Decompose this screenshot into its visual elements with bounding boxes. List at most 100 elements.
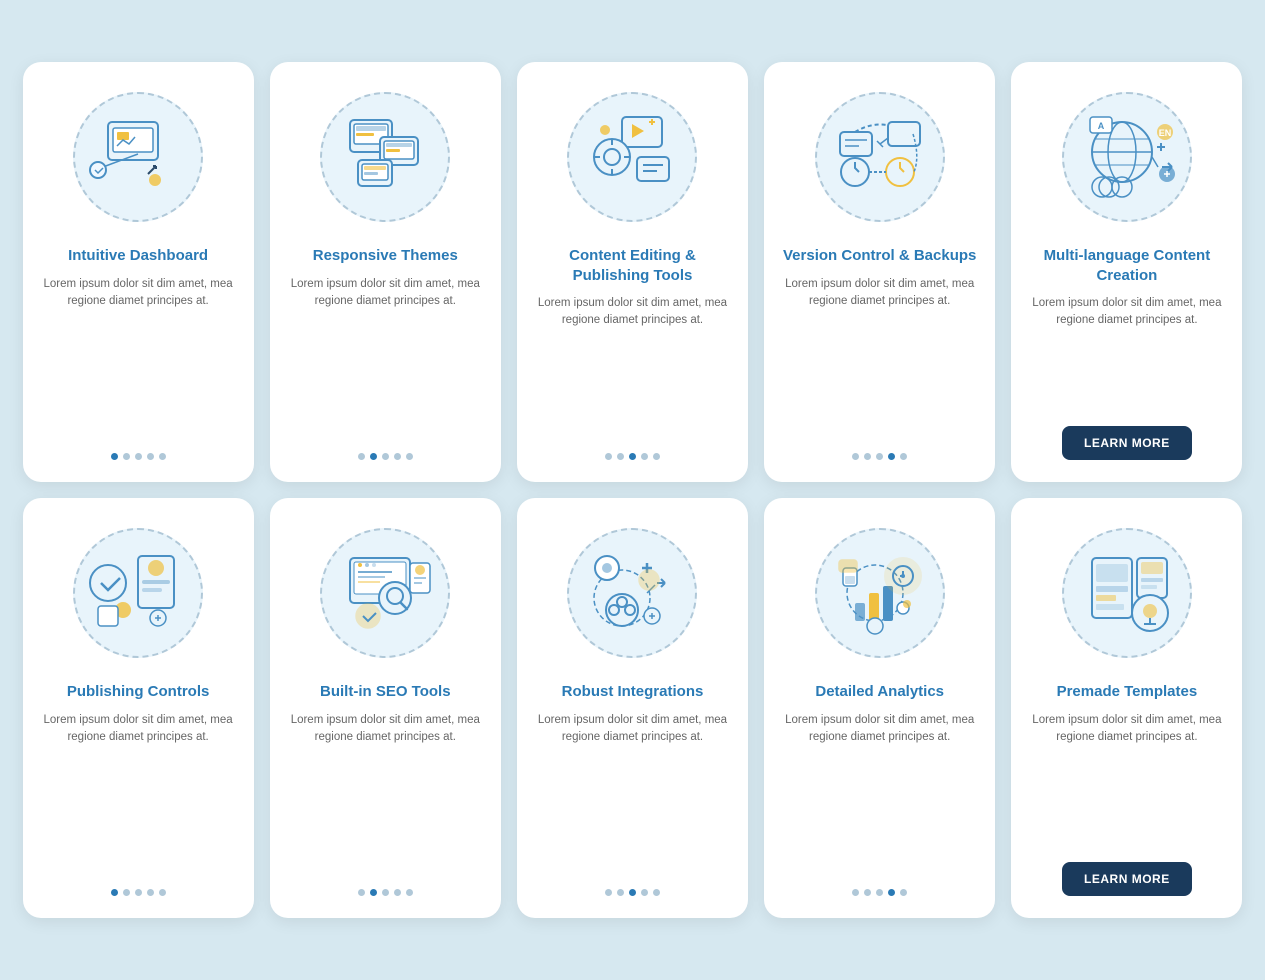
dot-3[interactable] xyxy=(888,889,895,896)
card-illustration xyxy=(805,82,955,232)
icon-area: A EN xyxy=(1072,102,1182,212)
card-illustration xyxy=(557,82,707,232)
dot-3[interactable] xyxy=(147,453,154,460)
card-body: Lorem ipsum dolor sit dim amet, mea regi… xyxy=(288,276,483,440)
dot-2[interactable] xyxy=(382,453,389,460)
icon-area xyxy=(577,538,687,648)
icon-area xyxy=(83,102,193,212)
dot-2[interactable] xyxy=(876,889,883,896)
icon-area xyxy=(330,102,440,212)
card-detailed-analytics: Detailed Analytics Lorem ipsum dolor sit… xyxy=(764,498,995,918)
dot-2[interactable] xyxy=(135,453,142,460)
dot-4[interactable] xyxy=(653,889,660,896)
card-version-control: Version Control & Backups Lorem ipsum do… xyxy=(764,62,995,482)
dot-2[interactable] xyxy=(382,889,389,896)
pagination-dots xyxy=(358,889,413,896)
dot-2[interactable] xyxy=(629,889,636,896)
dot-3[interactable] xyxy=(394,453,401,460)
dot-1[interactable] xyxy=(370,889,377,896)
icon-area xyxy=(577,102,687,212)
dot-4[interactable] xyxy=(159,453,166,460)
card-multilanguage: A EN Multi-language Content Creation Lor… xyxy=(1011,62,1242,482)
dot-0[interactable] xyxy=(358,889,365,896)
dot-0[interactable] xyxy=(605,453,612,460)
card-illustration xyxy=(557,518,707,668)
dot-2[interactable] xyxy=(135,889,142,896)
card-responsive-themes: Responsive Themes Lorem ipsum dolor sit … xyxy=(270,62,501,482)
card-publishing-controls: Publishing Controls Lorem ipsum dolor si… xyxy=(23,498,254,918)
svg-text:A: A xyxy=(1098,121,1105,131)
dot-2[interactable] xyxy=(629,453,636,460)
pagination-dots xyxy=(852,453,907,460)
card-illustration xyxy=(310,518,460,668)
learn-more-button[interactable]: LEARN MORE xyxy=(1062,862,1192,896)
dot-0[interactable] xyxy=(111,889,118,896)
pagination-dots xyxy=(358,453,413,460)
card-body: Lorem ipsum dolor sit dim amet, mea regi… xyxy=(288,712,483,876)
dot-4[interactable] xyxy=(653,453,660,460)
card-body: Lorem ipsum dolor sit dim amet, mea regi… xyxy=(535,295,730,439)
dot-3[interactable] xyxy=(641,889,648,896)
dot-3[interactable] xyxy=(641,453,648,460)
card-body: Lorem ipsum dolor sit dim amet, mea regi… xyxy=(782,276,977,440)
card-body: Lorem ipsum dolor sit dim amet, mea regi… xyxy=(782,712,977,876)
card-title: Multi-language Content Creation xyxy=(1029,246,1224,285)
card-illustration xyxy=(310,82,460,232)
dot-1[interactable] xyxy=(617,889,624,896)
card-intuitive-dashboard: Intuitive Dashboard Lorem ipsum dolor si… xyxy=(23,62,254,482)
dot-1[interactable] xyxy=(370,453,377,460)
dot-0[interactable] xyxy=(852,889,859,896)
card-title: Responsive Themes xyxy=(313,246,458,266)
dot-3[interactable] xyxy=(888,453,895,460)
pagination-dots xyxy=(852,889,907,896)
pagination-dots xyxy=(605,889,660,896)
card-illustration xyxy=(1052,518,1202,668)
pagination-dots xyxy=(605,453,660,460)
icon-area xyxy=(825,102,935,212)
dot-0[interactable] xyxy=(852,453,859,460)
dot-4[interactable] xyxy=(900,453,907,460)
icon-area xyxy=(330,538,440,648)
card-illustration xyxy=(63,518,213,668)
dot-0[interactable] xyxy=(358,453,365,460)
dot-1[interactable] xyxy=(864,889,871,896)
icon-area xyxy=(83,538,193,648)
pagination-dots xyxy=(111,889,166,896)
card-body: Lorem ipsum dolor sit dim amet, mea regi… xyxy=(535,712,730,876)
dot-0[interactable] xyxy=(111,453,118,460)
dot-4[interactable] xyxy=(900,889,907,896)
card-illustration xyxy=(63,82,213,232)
card-body: Lorem ipsum dolor sit dim amet, mea regi… xyxy=(41,276,236,440)
pagination-dots xyxy=(111,453,166,460)
card-illustration xyxy=(805,518,955,668)
card-body: Lorem ipsum dolor sit dim amet, mea regi… xyxy=(1029,295,1224,412)
card-robust-integrations: Robust Integrations Lorem ipsum dolor si… xyxy=(517,498,748,918)
card-seo-tools: Built-in SEO Tools Lorem ipsum dolor sit… xyxy=(270,498,501,918)
card-body: Lorem ipsum dolor sit dim amet, mea regi… xyxy=(1029,712,1224,849)
dot-0[interactable] xyxy=(605,889,612,896)
dot-4[interactable] xyxy=(406,889,413,896)
dot-1[interactable] xyxy=(123,453,130,460)
card-grid: Intuitive Dashboard Lorem ipsum dolor si… xyxy=(23,62,1243,918)
dot-3[interactable] xyxy=(147,889,154,896)
dot-4[interactable] xyxy=(406,453,413,460)
dot-1[interactable] xyxy=(864,453,871,460)
learn-more-button[interactable]: LEARN MORE xyxy=(1062,426,1192,460)
card-title: Content Editing & Publishing Tools xyxy=(535,246,730,285)
icon-area xyxy=(825,538,935,648)
card-title: Built-in SEO Tools xyxy=(320,682,451,702)
dot-4[interactable] xyxy=(159,889,166,896)
card-premade-templates: Premade Templates Lorem ipsum dolor sit … xyxy=(1011,498,1242,918)
card-title: Publishing Controls xyxy=(67,682,210,702)
card-title: Premade Templates xyxy=(1057,682,1198,702)
card-body: Lorem ipsum dolor sit dim amet, mea regi… xyxy=(41,712,236,876)
card-title: Robust Integrations xyxy=(562,682,704,702)
dot-1[interactable] xyxy=(617,453,624,460)
dot-2[interactable] xyxy=(876,453,883,460)
dot-1[interactable] xyxy=(123,889,130,896)
card-illustration: A EN xyxy=(1052,82,1202,232)
svg-text:EN: EN xyxy=(1159,128,1172,138)
card-title: Detailed Analytics xyxy=(815,682,944,702)
dot-3[interactable] xyxy=(394,889,401,896)
card-title: Intuitive Dashboard xyxy=(68,246,208,266)
